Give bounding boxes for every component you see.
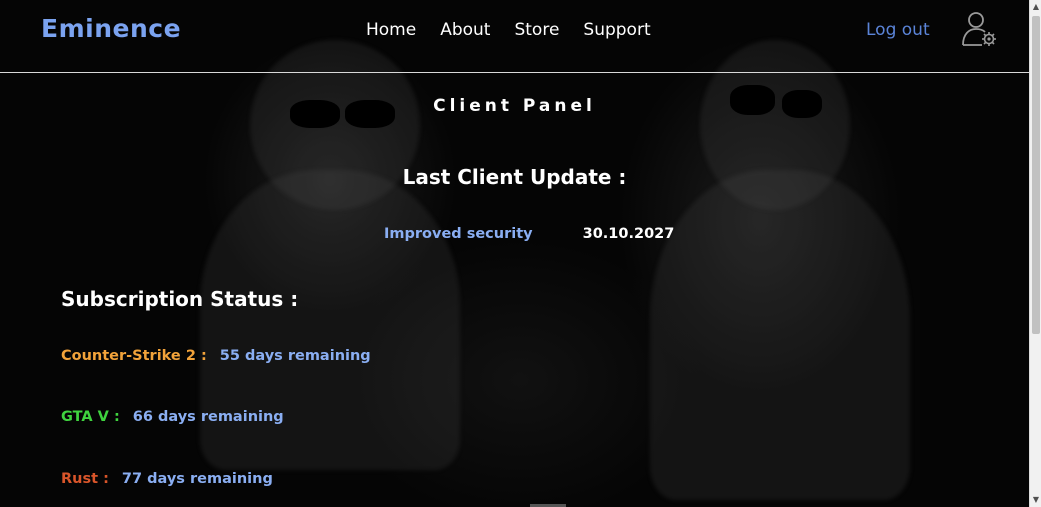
last-update-heading: Last Client Update : — [402, 165, 627, 189]
subscription-remaining: 66 days remaining — [132, 409, 284, 425]
update-date: 30.10.2027 — [582, 226, 675, 242]
subscription-remaining: 77 days remaining — [121, 471, 273, 487]
scroll-up-icon[interactable]: ▲ — [1030, 0, 1041, 14]
update-description: Improved security — [384, 226, 533, 242]
client-panel: Client Panel Last Client Update : Improv… — [0, 0, 1029, 507]
vertical-scrollbar[interactable]: ▲ ▼ — [1029, 0, 1041, 507]
page-title: Client Panel — [433, 96, 596, 116]
subscription-game-name: Rust : — [61, 471, 109, 487]
scrollbar-thumb[interactable] — [1032, 16, 1040, 334]
subscription-heading: Subscription Status : — [61, 287, 299, 311]
subscription-game-name: Counter-Strike 2 : — [61, 348, 207, 364]
subscription-item: GTA V : 66 days remaining — [61, 409, 284, 425]
subscription-remaining: 55 days remaining — [219, 348, 371, 364]
subscription-item: Counter-Strike 2 : 55 days remaining — [61, 348, 371, 364]
subscription-game-name: GTA V : — [61, 409, 120, 425]
scroll-down-icon[interactable]: ▼ — [1030, 493, 1041, 507]
last-update-row: Improved security 30.10.2027 — [384, 226, 674, 242]
subscription-item: Rust : 77 days remaining — [61, 471, 273, 487]
